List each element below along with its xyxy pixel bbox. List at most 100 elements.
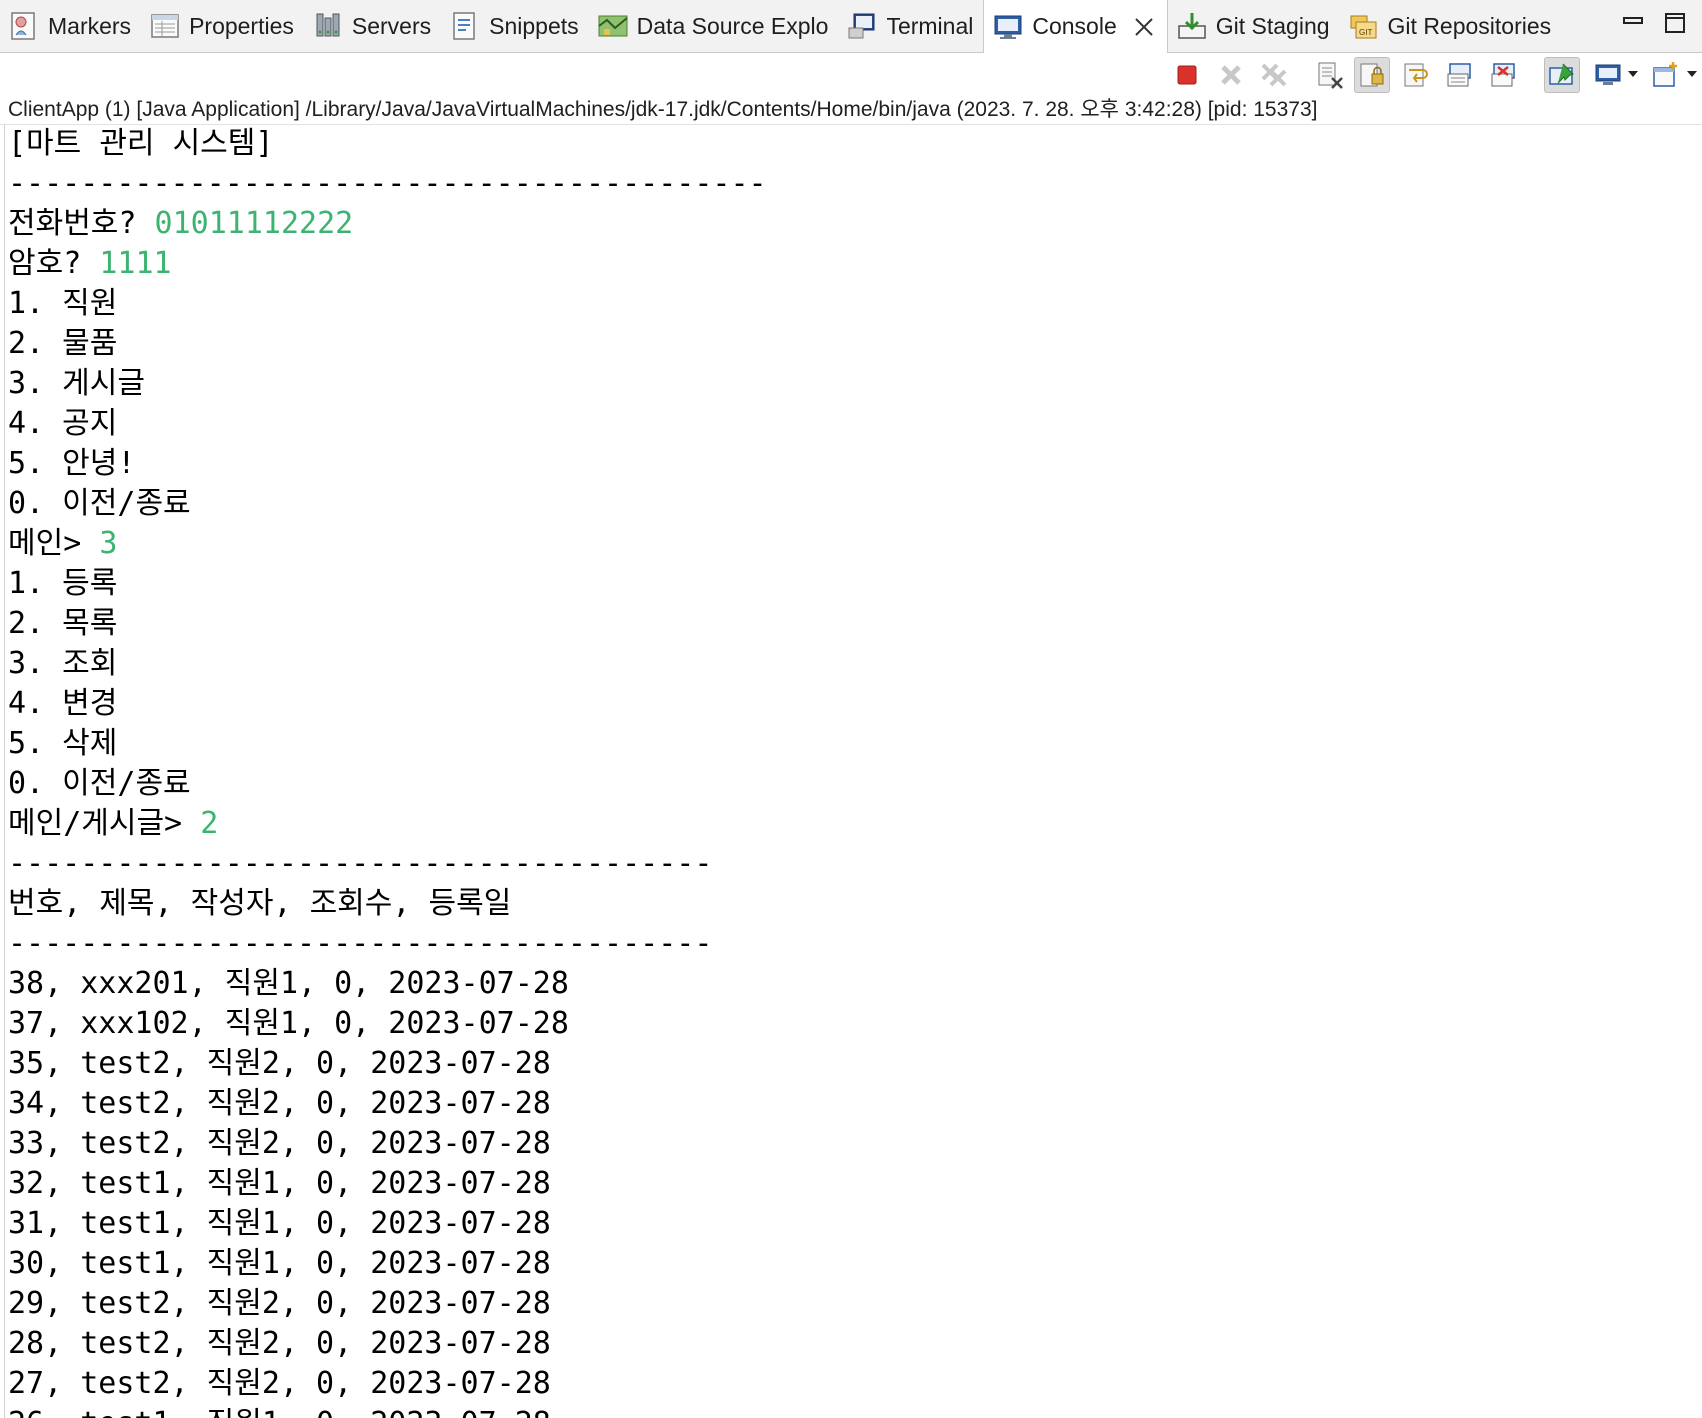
console-icon — [992, 11, 1024, 43]
console-line: 전화번호? 01011112222 — [8, 204, 1698, 244]
console-output-text: 34, test2, 직원2, 0, 2023-07-28 — [8, 1086, 551, 1121]
tab-label: Console — [1032, 13, 1117, 39]
properties-icon — [149, 10, 181, 42]
console-output-text: 3. 조회 — [8, 646, 118, 681]
console-output-text: 33, test2, 직원2, 0, 2023-07-28 — [8, 1126, 551, 1161]
tab-markers[interactable]: Markers — [0, 0, 141, 52]
remove-launch-icon[interactable] — [1213, 57, 1249, 93]
git-staging-icon — [1176, 10, 1208, 42]
servers-icon — [312, 10, 344, 42]
console-line: 2. 목록 — [8, 604, 1698, 644]
console-output-text: 37, xxx102, 직원1, 0, 2023-07-28 — [8, 1006, 569, 1041]
svg-text:GIT: GIT — [1359, 28, 1372, 37]
console-output-text: 메인/게시글> — [8, 806, 201, 841]
console-output-text: 27, test2, 직원2, 0, 2023-07-28 — [8, 1366, 551, 1401]
show-on-stderr-icon[interactable] — [1486, 57, 1522, 93]
remove-all-terminated-icon[interactable] — [1256, 57, 1292, 93]
console-output-text: 암호? — [8, 246, 100, 281]
console-line: 번호, 제목, 작성자, 조회수, 등록일 — [8, 884, 1698, 924]
console-line: 메인/게시글> 2 — [8, 804, 1698, 844]
terminate-icon[interactable] — [1169, 57, 1205, 93]
snippets-icon — [449, 10, 481, 42]
tab-label: Git Repositories — [1387, 12, 1552, 39]
tab-console[interactable]: Console — [983, 0, 1168, 53]
console-output[interactable]: [마트 관리 시스템] -----------------------------… — [8, 124, 1698, 1418]
console-line: 0. 이전/종료 — [8, 484, 1698, 524]
console-line: 1. 직원 — [8, 284, 1698, 324]
console-line: 0. 이전/종료 — [8, 764, 1698, 804]
tab-servers[interactable]: Servers — [304, 0, 441, 52]
chevron-down-icon[interactable] — [1627, 67, 1639, 79]
tab-properties[interactable]: Properties — [141, 0, 304, 52]
open-console-icon[interactable] — [1648, 57, 1684, 93]
close-tab-icon[interactable] — [1131, 14, 1157, 40]
console-output-text: 1. 등록 — [8, 566, 118, 601]
tab-git-repositories[interactable]: GIT Git Repositories — [1340, 0, 1562, 52]
console-line: 31, test1, 직원1, 0, 2023-07-28 — [8, 1204, 1698, 1244]
console-line: 38, xxx201, 직원1, 0, 2023-07-28 — [8, 964, 1698, 1004]
console-output-text: 전화번호? — [8, 206, 155, 241]
console-line: 4. 공지 — [8, 404, 1698, 444]
console-output-text: 30, test1, 직원1, 0, 2023-07-28 — [8, 1246, 551, 1281]
console-line: 4. 변경 — [8, 684, 1698, 724]
console-output-text: 번호, 제목, 작성자, 조회수, 등록일 — [8, 886, 512, 921]
console-output-text: 2. 목록 — [8, 606, 118, 641]
show-on-stdout-icon[interactable] — [1442, 57, 1478, 93]
console-line: 37, xxx102, 직원1, 0, 2023-07-28 — [8, 1004, 1698, 1044]
tab-label: Properties — [189, 12, 294, 39]
console-output-text: 26, test1, 직원1, 0, 2023-07-28 — [8, 1406, 551, 1418]
tab-label: Git Staging — [1215, 12, 1330, 39]
tab-terminal[interactable]: Terminal — [838, 0, 983, 52]
console-line: --------------------------------------- — [8, 844, 1698, 884]
tab-label: Markers — [48, 12, 132, 39]
console-output-text: 4. 변경 — [8, 686, 118, 721]
minimize-icon[interactable] — [1620, 10, 1646, 36]
console-line: 3. 게시글 — [8, 364, 1698, 404]
markers-icon — [8, 10, 40, 42]
tab-label: Servers — [351, 12, 432, 39]
console-line: 5. 삭제 — [8, 724, 1698, 764]
console-output-text: 29, test2, 직원2, 0, 2023-07-28 — [8, 1286, 551, 1321]
console-output-text: ----------------------------------------… — [8, 166, 767, 201]
console-line: [마트 관리 시스템] — [8, 124, 1698, 164]
console-line: 2. 물품 — [8, 324, 1698, 364]
console-output-text: 31, test1, 직원1, 0, 2023-07-28 — [8, 1206, 551, 1241]
console-line: 3. 조회 — [8, 644, 1698, 684]
console-line: 26, test1, 직원1, 0, 2023-07-28 — [8, 1404, 1698, 1418]
console-line: 32, test1, 직원1, 0, 2023-07-28 — [8, 1164, 1698, 1204]
console-line: 27, test2, 직원2, 0, 2023-07-28 — [8, 1364, 1698, 1404]
console-output-text: 38, xxx201, 직원1, 0, 2023-07-28 — [8, 966, 569, 1001]
console-line: 28, test2, 직원2, 0, 2023-07-28 — [8, 1324, 1698, 1364]
console-toolbar — [0, 53, 1702, 95]
console-output-text: 메인> — [8, 526, 100, 561]
terminal-icon — [846, 10, 878, 42]
git-repositories-icon: GIT — [1348, 10, 1380, 42]
console-line: ----------------------------------------… — [8, 164, 1698, 204]
console-line: 메인> 3 — [8, 524, 1698, 564]
console-output-text: 0. 이전/종료 — [8, 486, 191, 521]
console-output-text: 2. 물품 — [8, 326, 118, 361]
console-line: 29, test2, 직원2, 0, 2023-07-28 — [8, 1284, 1698, 1324]
console-user-input: 1111 — [99, 246, 172, 281]
chevron-down-icon[interactable] — [1686, 67, 1698, 79]
console-line: 33, test2, 직원2, 0, 2023-07-28 — [8, 1124, 1698, 1164]
tab-git-staging[interactable]: Git Staging — [1168, 0, 1340, 52]
console-output-text: 3. 게시글 — [8, 366, 145, 401]
console-output-text: 5. 삭제 — [8, 726, 118, 761]
console-output-text: [마트 관리 시스템] — [8, 126, 274, 161]
console-line: 35, test2, 직원2, 0, 2023-07-28 — [8, 1044, 1698, 1084]
console-output-text: --------------------------------------- — [8, 846, 713, 881]
console-output-text: 1. 직원 — [8, 286, 118, 321]
console-output-text: 28, test2, 직원2, 0, 2023-07-28 — [8, 1326, 551, 1361]
scroll-lock-icon[interactable] — [1354, 57, 1390, 93]
maximize-icon[interactable] — [1662, 10, 1688, 36]
pin-console-icon[interactable] — [1544, 57, 1580, 93]
tab-snippets[interactable]: Snippets — [441, 0, 589, 52]
clear-console-icon[interactable] — [1312, 57, 1348, 93]
data-source-icon — [597, 10, 629, 42]
display-selected-console-icon[interactable] — [1590, 57, 1626, 93]
tab-data-source-explorer[interactable]: Data Source Explo — [589, 0, 839, 52]
console-line: 암호? 1111 — [8, 244, 1698, 284]
console-line: 30, test1, 직원1, 0, 2023-07-28 — [8, 1244, 1698, 1284]
word-wrap-icon[interactable] — [1398, 57, 1434, 93]
